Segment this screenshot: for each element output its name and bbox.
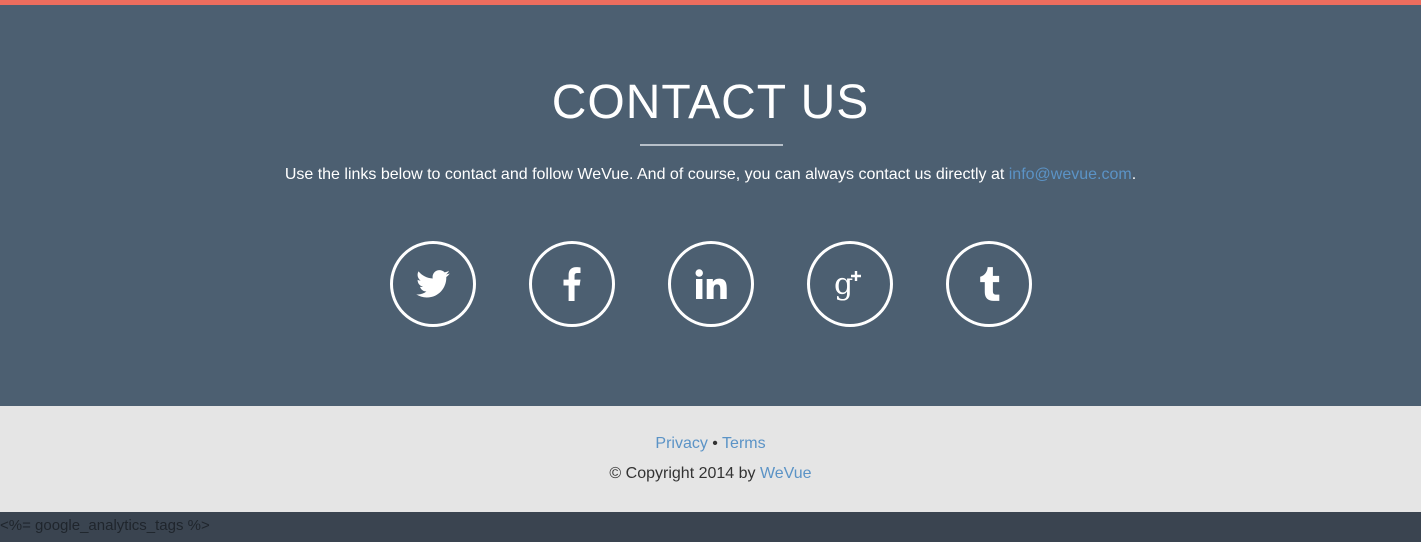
- page-title: CONTACT US: [551, 76, 870, 129]
- linkedin-button[interactable]: [668, 241, 754, 327]
- contact-section: CONTACT US Use the links below to contac…: [0, 5, 1421, 406]
- google-plus-icon: g: [831, 265, 869, 303]
- bottom-bar: <%= google_analytics_tags %>: [0, 512, 1421, 542]
- facebook-button[interactable]: [529, 241, 615, 327]
- social-links: g: [390, 241, 1032, 327]
- facebook-icon: [563, 267, 581, 301]
- linkedin-icon: [695, 269, 727, 299]
- copyright: © Copyright 2014 by WeVue: [0, 464, 1421, 484]
- twitter-button[interactable]: [390, 241, 476, 327]
- google-plus-button[interactable]: g: [807, 241, 893, 327]
- tumblr-button[interactable]: [946, 241, 1032, 327]
- footer: Privacy • Terms © Copyright 2014 by WeVu…: [0, 406, 1421, 512]
- contact-description-end: .: [1131, 166, 1137, 183]
- copyright-text: © Copyright 2014 by: [609, 465, 760, 482]
- privacy-link[interactable]: Privacy: [655, 435, 707, 452]
- template-tag-text: <%= google_analytics_tags %>: [0, 517, 210, 534]
- title-divider: [640, 144, 783, 146]
- footer-links: Privacy • Terms: [0, 434, 1421, 454]
- tumblr-icon: [978, 267, 1000, 301]
- contact-description: Use the links below to contact and follo…: [0, 165, 1421, 185]
- twitter-icon: [416, 270, 450, 298]
- contact-description-text: Use the links below to contact and follo…: [284, 166, 1009, 183]
- svg-text:g: g: [834, 267, 853, 302]
- email-link[interactable]: info@wevue.com: [1009, 166, 1132, 183]
- terms-link[interactable]: Terms: [722, 435, 766, 452]
- brand-link[interactable]: WeVue: [760, 465, 812, 482]
- footer-separator: •: [707, 435, 723, 452]
